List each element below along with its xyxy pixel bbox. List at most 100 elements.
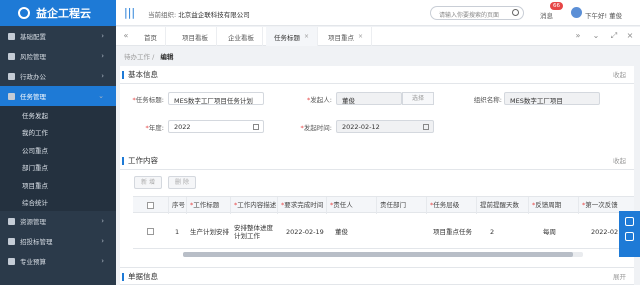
chevron-right-icon: › — [101, 217, 104, 225]
close-icon[interactable]: × — [304, 33, 309, 40]
section-work-header: 工作内容 收起 — [120, 152, 634, 170]
row-dept[interactable] — [377, 214, 427, 249]
col-header: *工作标题 — [187, 197, 231, 214]
sidebar-sub-item[interactable]: 我的工作 — [0, 123, 116, 141]
tabs-bar: « 首页 项目看板 企业看板 任务标题 × 项目重点 × » ⌄ ⤢ × — [116, 27, 640, 46]
tab-project-board[interactable]: 项目看板 — [174, 27, 217, 46]
year-field[interactable]: 2022 — [168, 120, 264, 133]
chevron-right-icon: › — [101, 257, 104, 265]
messages-link[interactable]: 消息 — [540, 10, 553, 20]
tab-task-title[interactable]: 任务标题 × — [266, 27, 319, 46]
row-title[interactable]: 生产计划安排 — [187, 214, 231, 249]
row-description[interactable]: 安排整体进度计划工作 — [231, 214, 275, 249]
sidebar-item-label: 行政办公 — [20, 73, 46, 81]
sidebar-sub-item[interactable]: 项目重点 — [0, 176, 116, 194]
search-input[interactable]: 请输入你要搜索的页面 — [430, 6, 524, 20]
flag-icon — [8, 72, 15, 80]
sidebar-item-label: 风险管理 — [20, 53, 46, 61]
sidebar-item-label: 基础配置 — [20, 33, 46, 41]
row-owner[interactable]: 董俊 — [327, 214, 377, 249]
sidebar-sub-item[interactable]: 任务发起 — [0, 106, 116, 124]
chevron-right-icon: › — [101, 72, 104, 80]
breadcrumb-parent[interactable]: 待办工作 — [124, 53, 150, 61]
chevron-right-icon: › — [101, 32, 104, 40]
row-checkbox[interactable] — [133, 214, 169, 249]
brand-logo-icon — [18, 7, 30, 19]
org-name-field: MES数字工厂项目 — [504, 92, 600, 105]
fullscreen-icon[interactable]: ⤢ — [608, 30, 620, 42]
section-title: 基本信息 — [128, 70, 158, 79]
col-header: *要求完成时间 — [278, 197, 327, 214]
close-icon[interactable]: × — [624, 30, 636, 42]
sidebar-item-office[interactable]: 行政办公 › — [0, 66, 116, 86]
task-icon — [8, 92, 15, 100]
table-header: 序号 *工作标题 *工作内容描述 *要求完成时间 *责任人 责任部门 *任务层级… — [133, 196, 634, 214]
chevron-right-icon: › — [101, 52, 104, 60]
tabs-next-icon[interactable]: » — [572, 30, 584, 42]
table-row[interactable]: 1 生产计划安排 安排整体进度计划工作 2022-02-19 董俊 项目重点任务… — [133, 214, 634, 249]
start-time-field[interactable]: 2022-02-12 — [336, 120, 434, 133]
help-icon[interactable] — [625, 232, 634, 241]
sidebar-item-resources[interactable]: 资源管理 › — [0, 211, 116, 231]
sidebar-sub-item[interactable]: 部门重点 — [0, 158, 116, 176]
initiator-select-button[interactable]: 选择 — [402, 92, 434, 105]
tab-home[interactable]: 首页 — [136, 27, 166, 46]
avatar[interactable] — [571, 7, 582, 18]
breadcrumb: 待办工作 / 编辑 — [124, 53, 174, 61]
user-greeting[interactable]: 下午好! 董俊 — [585, 10, 622, 20]
col-header: *工作内容描述 — [231, 197, 278, 214]
search-icon[interactable] — [512, 9, 519, 16]
database-icon — [8, 217, 15, 225]
tab-enterprise-board[interactable]: 企业看板 — [220, 27, 263, 46]
sidebar-item-bidding[interactable]: 招投标管理 › — [0, 231, 116, 251]
sidebar-item-task[interactable]: 任务管理 ⌄ — [0, 86, 116, 106]
sidebar-item-budget[interactable]: 专业预算 › — [0, 251, 116, 271]
sidebar-item-label: 资源管理 — [20, 218, 46, 226]
side-float-toolbar — [619, 211, 640, 257]
expand-toggle[interactable]: 展开 — [613, 268, 626, 285]
sidebar-sub-item[interactable]: 综合统计 — [0, 193, 116, 211]
sidebar-item-basic-config[interactable]: 基础配置 › — [0, 26, 116, 46]
col-header: *反馈周期 — [529, 197, 579, 214]
row-remind-days[interactable]: 2 — [477, 214, 529, 249]
sidebar-sub-item[interactable]: 公司重点 — [0, 141, 116, 159]
collapse-toggle[interactable]: 收起 — [613, 66, 626, 84]
edit-icon[interactable] — [625, 217, 634, 226]
col-header: 提前提醒天数 — [477, 197, 529, 214]
task-title-label: *任务标题: — [132, 96, 164, 104]
row-due-date[interactable]: 2022-02-19 — [278, 214, 327, 249]
brand[interactable]: 益企工程云 — [0, 0, 116, 26]
main-panel: 基本信息 收起 *任务标题: MES数字工厂项目任务计划 *发起人: 董俊 选择… — [120, 66, 634, 285]
collapse-toggle[interactable]: 收起 — [613, 152, 626, 170]
row-level[interactable]: 项目重点任务 — [427, 214, 477, 249]
tab-project-key[interactable]: 项目重点 × — [320, 27, 373, 46]
section-title: 工作内容 — [128, 156, 158, 165]
calendar-icon[interactable] — [253, 124, 259, 130]
initiator-label: *发起人: — [307, 96, 332, 104]
messages-badge: 66 — [550, 2, 563, 10]
table-scrollbar[interactable] — [183, 252, 583, 257]
sidebar-item-label: 专业预算 — [20, 258, 46, 266]
org-name-label: 组织名称: — [473, 96, 502, 104]
select-all-checkbox[interactable] — [133, 197, 169, 214]
year-label: *年度: — [145, 124, 164, 132]
menu-toggle-icon[interactable]: ||| — [124, 7, 138, 19]
current-org: 当前组织: 北京益企联科技有限公司 — [148, 9, 250, 19]
tabs-prev-icon[interactable]: « — [120, 30, 132, 42]
scrollbar-thumb[interactable] — [183, 252, 573, 257]
add-row-button[interactable]: 新 增 — [134, 176, 162, 189]
task-title-field[interactable]: MES数字工厂项目任务计划 — [168, 92, 264, 105]
start-time-label: *发起时间: — [300, 124, 332, 132]
sidebar-item-risk[interactable]: 风险管理 › — [0, 46, 116, 66]
col-header: *责任人 — [327, 197, 377, 214]
initiator-field[interactable]: 董俊 — [336, 92, 402, 105]
brand-name: 益企工程云 — [36, 7, 91, 20]
close-icon[interactable]: × — [358, 33, 363, 40]
delete-row-button[interactable]: 删 除 — [168, 176, 196, 189]
settings-icon — [8, 32, 15, 40]
sidebar: 基础配置 › 风险管理 › 行政办公 › 任务管理 ⌄ 任务发起 我的工作 公司… — [0, 26, 116, 285]
row-cycle[interactable]: 每周 — [529, 214, 579, 249]
chevron-down-icon[interactable]: ⌄ — [590, 30, 602, 42]
sidebar-item-label: 任务管理 — [20, 93, 46, 101]
calendar-icon[interactable] — [423, 124, 429, 130]
